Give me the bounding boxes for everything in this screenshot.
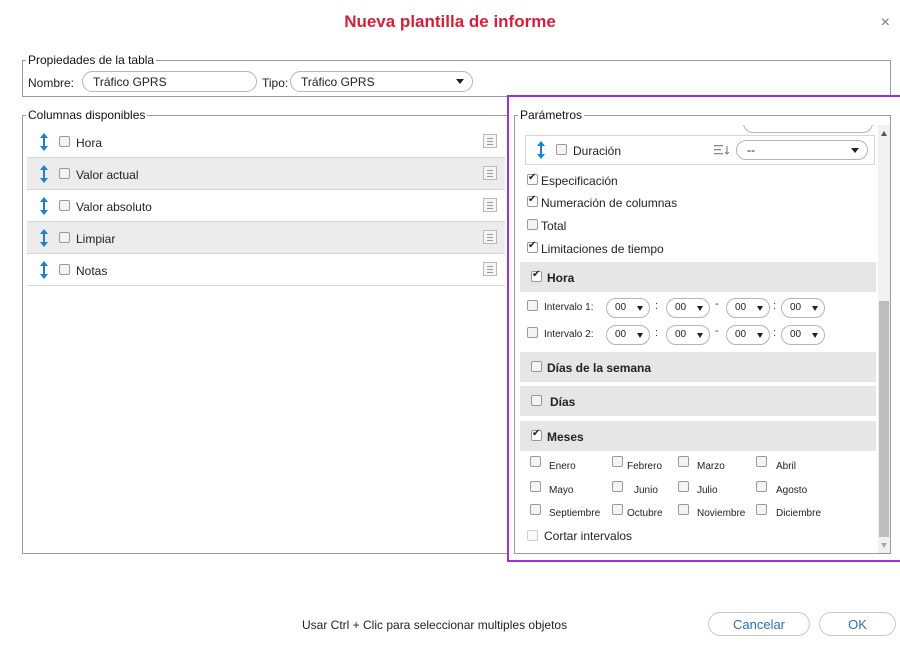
close-icon[interactable]: × (881, 14, 890, 32)
dialog-title: Nueva plantilla de informe (344, 12, 556, 31)
drag-handle-icon[interactable] (39, 133, 49, 151)
column-options-icon[interactable] (483, 166, 497, 180)
cancel-button[interactable]: Cancelar (708, 612, 810, 636)
column-checkbox[interactable] (59, 136, 70, 147)
column-item-hora[interactable]: Hora (27, 126, 505, 158)
drag-handle-icon[interactable] (39, 197, 49, 215)
column-item-limpiar[interactable]: Limpiar (27, 222, 505, 254)
column-label: Hora (76, 136, 103, 150)
name-label: Nombre: (28, 76, 75, 90)
drag-handle-icon[interactable] (39, 261, 49, 279)
column-options-icon[interactable] (483, 262, 497, 276)
column-label: Valor actual (76, 168, 139, 182)
column-checkbox[interactable] (59, 232, 70, 243)
column-checkbox[interactable] (59, 200, 70, 211)
column-item-valor-absoluto[interactable]: Valor absoluto (27, 190, 505, 222)
name-input[interactable]: Tráfico GPRS (82, 71, 257, 92)
column-item-notas[interactable]: Notas (27, 254, 505, 286)
column-label: Limpiar (76, 232, 116, 246)
column-label: Notas (76, 264, 108, 278)
type-label: Tipo: (262, 76, 289, 90)
column-options-icon[interactable] (483, 230, 497, 244)
column-checkbox[interactable] (59, 264, 70, 275)
drag-handle-icon[interactable] (39, 229, 49, 247)
type-select[interactable]: Tráfico GPRS (290, 71, 473, 92)
column-options-icon[interactable] (483, 134, 497, 148)
type-value: Tráfico GPRS (301, 75, 375, 89)
ok-button[interactable]: OK (819, 612, 896, 636)
column-label: Valor absoluto (76, 200, 152, 214)
table-properties-legend: Propiedades de la tabla (26, 53, 157, 67)
name-value: Tráfico GPRS (93, 75, 167, 89)
highlight-frame (507, 95, 900, 562)
column-options-icon[interactable] (483, 198, 497, 212)
chevron-down-icon (456, 79, 464, 84)
column-item-valor-actual[interactable]: Valor actual (27, 158, 505, 190)
column-checkbox[interactable] (59, 168, 70, 179)
drag-handle-icon[interactable] (39, 165, 49, 183)
footer-hint: Usar Ctrl + Clic para seleccionar multip… (302, 618, 568, 632)
columns-legend: Columnas disponibles (26, 108, 148, 122)
